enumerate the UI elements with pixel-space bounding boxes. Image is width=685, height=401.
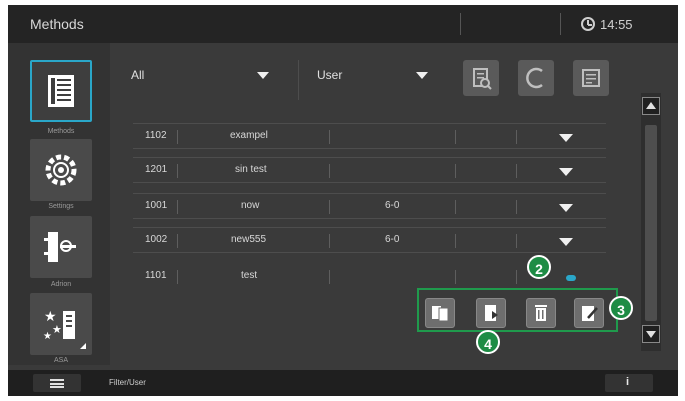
title-divider — [560, 13, 561, 35]
title-divider — [460, 13, 461, 35]
owner-filter-value[interactable]: User — [317, 68, 342, 82]
cell-divider — [516, 270, 517, 284]
cell-divider — [177, 130, 178, 144]
export-icon — [582, 69, 600, 87]
method-name: now — [241, 200, 260, 211]
cell-divider — [177, 270, 178, 284]
callout-badge-3: 3 — [609, 296, 633, 320]
chevron-down-icon[interactable] — [559, 134, 573, 142]
chevron-down-icon[interactable] — [559, 204, 573, 212]
chevron-down-icon[interactable] — [257, 72, 269, 79]
sidebar: Methods Settings Adrion ★ ★ ★ ASA — [8, 43, 110, 365]
delete-method-icon — [535, 305, 547, 321]
cell-divider — [177, 200, 178, 214]
status-bar: Filter/User i — [8, 370, 678, 396]
svg-text:★: ★ — [52, 323, 62, 336]
cell-divider — [516, 164, 517, 178]
asa-icon: ★ ★ ★ — [43, 309, 86, 349]
refresh-icon — [526, 67, 543, 89]
selection-indicator — [566, 275, 576, 281]
refresh-button[interactable] — [518, 60, 554, 96]
method-name: new555 — [231, 234, 267, 245]
filter-divider — [298, 60, 299, 100]
methods-list-icon — [48, 75, 74, 107]
cell-divider — [455, 270, 456, 284]
edit-method-button[interactable] — [574, 298, 604, 328]
method-id: 1002 — [145, 234, 168, 245]
cell-divider — [177, 234, 178, 248]
window-title: Methods — [30, 16, 84, 32]
method-name: test — [241, 270, 258, 281]
hamburger-icon — [50, 379, 64, 388]
category-filter-value[interactable]: All — [131, 68, 144, 82]
table-row[interactable]: 1001 now 6-0 — [133, 193, 606, 219]
cell-divider — [516, 200, 517, 214]
export-button[interactable] — [573, 60, 609, 96]
scroll-down-button[interactable] — [642, 325, 660, 343]
info-button[interactable]: i — [605, 374, 653, 392]
cell-divider — [329, 234, 330, 248]
cell-divider — [329, 130, 330, 144]
clock-icon — [581, 17, 595, 31]
delete-method-button[interactable] — [526, 298, 556, 328]
cell-divider — [455, 164, 456, 178]
sidebar-item-settings[interactable] — [30, 139, 92, 201]
sidebar-item-methods[interactable] — [30, 60, 92, 122]
menu-button[interactable] — [33, 374, 81, 392]
chevron-down-icon[interactable] — [416, 72, 428, 79]
callout-badge-2: 2 — [527, 255, 551, 279]
svg-text:★: ★ — [43, 331, 52, 342]
method-value: 6-0 — [385, 200, 400, 211]
arrow-up-icon — [646, 102, 656, 109]
cell-divider — [455, 200, 456, 214]
sidebar-item-label: Settings — [48, 203, 74, 210]
sidebar-item-asa[interactable]: ★ ★ ★ — [30, 293, 92, 355]
method-name: exampel — [230, 130, 268, 141]
clock-time: 14:55 — [600, 17, 633, 32]
cell-divider — [455, 234, 456, 248]
table-row[interactable]: 1201 sin test — [133, 157, 606, 183]
sidebar-item-adrion[interactable] — [30, 216, 92, 278]
callout-badge-4: 4 — [476, 330, 500, 354]
cell-divider — [455, 130, 456, 144]
edit-method-icon — [582, 306, 598, 321]
cell-divider — [329, 270, 330, 284]
app-frame: Methods 14:55 Methods Settings Adrion ★ … — [8, 5, 678, 396]
title-bar: Methods 14:55 — [8, 5, 678, 43]
chevron-down-icon[interactable] — [559, 168, 573, 176]
cell-divider — [177, 164, 178, 178]
table-row[interactable]: 1102 exampel — [133, 123, 606, 149]
cell-divider — [329, 164, 330, 178]
search-document-button[interactable] — [463, 60, 499, 96]
scroll-up-button[interactable] — [642, 97, 660, 115]
search-document-icon — [473, 68, 492, 90]
filter-path: Filter/User — [109, 378, 146, 387]
cell-divider — [516, 234, 517, 248]
method-id: 1201 — [145, 164, 168, 175]
sidebar-item-label: ASA — [53, 357, 68, 364]
sidebar-item-label: Adrion — [50, 281, 72, 288]
cell-divider — [329, 200, 330, 214]
method-id: 1102 — [145, 130, 167, 141]
arrow-down-icon — [646, 331, 656, 338]
open-method-button[interactable] — [476, 298, 506, 328]
sidebar-item-label: Methods — [47, 128, 75, 135]
settings-gear-icon — [45, 154, 77, 186]
method-id: 1101 — [145, 270, 167, 281]
copy-method-button[interactable] — [425, 298, 455, 328]
open-method-icon — [485, 305, 498, 321]
copy-method-icon — [432, 306, 449, 322]
method-name: sin test — [235, 164, 267, 175]
method-value: 6-0 — [385, 234, 400, 245]
method-id: 1001 — [145, 200, 168, 211]
chevron-down-icon[interactable] — [559, 238, 573, 246]
adrion-icon — [44, 232, 76, 262]
scrollbar-thumb[interactable] — [645, 125, 657, 321]
cell-divider — [516, 130, 517, 144]
table-row[interactable]: 1002 new555 6-0 — [133, 227, 606, 253]
info-icon: i — [626, 376, 630, 388]
